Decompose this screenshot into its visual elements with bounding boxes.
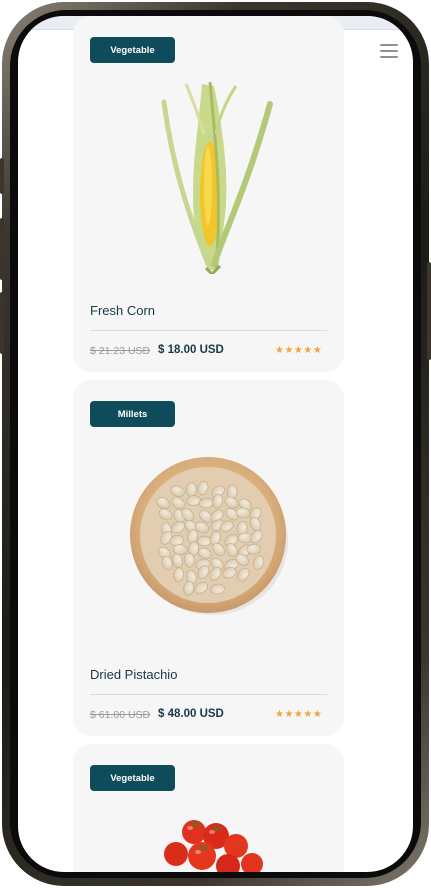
phone-side-button <box>0 158 4 194</box>
rating-stars: ★★★★★ <box>275 345 323 356</box>
card-divider <box>90 694 327 695</box>
old-price: $ 61.00 USD <box>90 709 151 721</box>
hamburger-menu-icon[interactable] <box>380 44 398 58</box>
phone-side-button <box>0 292 4 354</box>
product-card[interactable]: Millets Dried Pistachio $ 61.00 USD $ 48 <box>73 380 344 736</box>
rating-stars: ★★★★★ <box>275 709 323 720</box>
product-card[interactable]: Vegetable <box>73 744 344 872</box>
pistachio-bowl-image[interactable] <box>130 455 290 615</box>
phone-screen: Vegetable Fresh Corn $ 21.23 USD $ 18.00… <box>18 16 413 872</box>
pistachio-nut <box>186 482 197 497</box>
cherry-tomatoes-image[interactable] <box>148 814 268 872</box>
phone-side-button <box>427 262 431 360</box>
phone-side-button <box>0 218 4 280</box>
old-price: $ 21.23 USD <box>90 345 151 357</box>
card-divider <box>90 330 327 331</box>
pistachio-nut <box>246 544 262 555</box>
pistachio-nut <box>197 535 212 547</box>
category-badge[interactable]: Vegetable <box>90 37 175 63</box>
current-price: $ 48.00 USD <box>158 708 224 720</box>
category-badge[interactable]: Millets <box>90 401 175 427</box>
category-badge[interactable]: Vegetable <box>90 765 175 791</box>
corn-image[interactable] <box>158 74 278 274</box>
product-name[interactable]: Dried Pistachio <box>90 667 177 682</box>
product-name[interactable]: Fresh Corn <box>90 303 155 318</box>
current-price: $ 18.00 USD <box>158 344 224 356</box>
product-card[interactable]: Vegetable Fresh Corn $ 21.23 USD $ 18.00… <box>73 16 344 372</box>
